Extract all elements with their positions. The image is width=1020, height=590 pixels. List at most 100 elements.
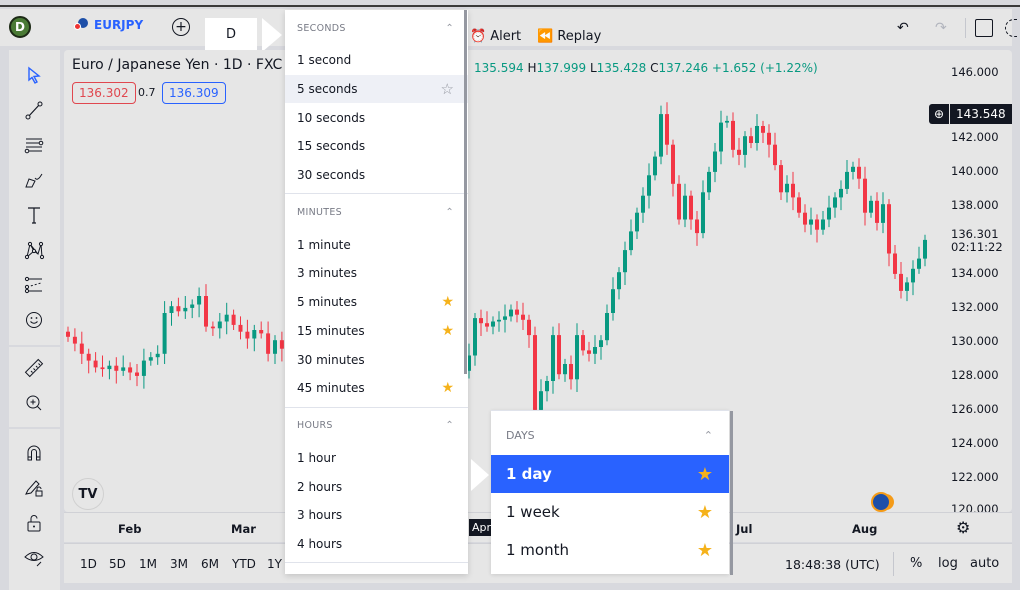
interval-option[interactable]: 1 hour bbox=[285, 444, 468, 473]
measure-tool[interactable] bbox=[22, 356, 46, 380]
option-label: 15 minutes bbox=[297, 323, 365, 338]
interval-option[interactable]: 5 minutes ★ bbox=[285, 288, 468, 317]
tradingview-logo[interactable]: TV bbox=[72, 478, 104, 510]
candle-body bbox=[252, 330, 257, 339]
compare-symbol-button[interactable]: + bbox=[172, 18, 190, 36]
interval-button[interactable]: D bbox=[205, 18, 257, 51]
redo-icon[interactable]: ↷ bbox=[935, 20, 947, 36]
y-tick: 130.000 bbox=[951, 334, 999, 348]
candle-body bbox=[659, 114, 663, 157]
star-filled-icon[interactable]: ★ bbox=[441, 380, 454, 396]
range-1y[interactable]: 1Y bbox=[267, 557, 282, 571]
lock-all-tool[interactable] bbox=[22, 511, 46, 535]
fib-tool[interactable] bbox=[22, 133, 46, 157]
add-alert-plus-icon[interactable]: ⊕ bbox=[929, 104, 949, 124]
interval-option[interactable]: 15 minutes ★ bbox=[285, 317, 468, 346]
popup-scrollbar[interactable] bbox=[730, 411, 733, 575]
section-header-hours[interactable]: HOURS ⌃ bbox=[285, 408, 468, 444]
fullscreen-icon[interactable] bbox=[975, 19, 993, 37]
alert-button[interactable]: ⏰ Alert bbox=[470, 29, 521, 44]
icon-tool[interactable] bbox=[22, 308, 46, 332]
percent-scale-toggle[interactable]: % bbox=[910, 556, 922, 571]
days-popup-header[interactable]: DAYS ⌃ bbox=[491, 415, 729, 455]
section-title: SECONDS bbox=[297, 22, 346, 34]
pencil-lock-icon bbox=[25, 480, 43, 497]
zoom-in-tool[interactable] bbox=[22, 391, 46, 415]
ohlc-low: 135.428 bbox=[596, 61, 647, 75]
interval-option[interactable]: 3 hours bbox=[285, 501, 468, 530]
range-1m[interactable]: 1M bbox=[139, 557, 157, 571]
screenshot-icon[interactable] bbox=[1005, 19, 1017, 37]
days-option[interactable]: 1 month ★ bbox=[491, 531, 729, 569]
candle-body bbox=[593, 347, 597, 354]
lock-drawings-tool[interactable] bbox=[22, 476, 46, 500]
range-5d[interactable]: 5D bbox=[109, 557, 126, 571]
candle-body bbox=[587, 350, 591, 354]
pattern-tool[interactable] bbox=[22, 238, 46, 262]
section-header-seconds[interactable]: SECONDS ⌃ bbox=[285, 10, 468, 46]
utc-clock[interactable]: 18:48:38 (UTC) bbox=[785, 557, 880, 572]
candle-body bbox=[155, 353, 160, 358]
hide-drawings-tool[interactable] bbox=[22, 546, 46, 570]
option-label: 1 day bbox=[506, 465, 552, 483]
chart-settings-gear-icon[interactable]: ⚙ bbox=[956, 518, 970, 537]
star-filled-icon[interactable]: ★ bbox=[441, 294, 454, 310]
section-header-minutes[interactable]: MINUTES ⌃ bbox=[285, 194, 468, 230]
candle-body bbox=[683, 195, 687, 220]
magnet-tool[interactable] bbox=[22, 441, 46, 465]
interval-option[interactable]: 5 seconds ☆ bbox=[285, 74, 468, 104]
star-filled-icon[interactable]: ★ bbox=[441, 323, 454, 339]
interval-option[interactable]: 2 hours bbox=[285, 472, 468, 501]
candle-body bbox=[545, 381, 549, 392]
days-option-selected[interactable]: 1 day ★ bbox=[491, 455, 729, 493]
candle-body bbox=[869, 200, 873, 213]
interval-option[interactable]: 10 seconds bbox=[285, 103, 468, 132]
replay-button[interactable]: ⏪ Replay bbox=[537, 29, 601, 44]
forecast-tool[interactable] bbox=[22, 273, 46, 297]
cursor-tool[interactable] bbox=[22, 63, 46, 87]
range-3m[interactable]: 3M bbox=[170, 557, 188, 571]
trend-line-tool[interactable] bbox=[22, 98, 46, 122]
user-avatar[interactable]: D bbox=[9, 16, 31, 38]
interval-option[interactable]: 30 minutes bbox=[285, 345, 468, 374]
candle-body bbox=[821, 219, 825, 230]
x-tick: Mar bbox=[231, 522, 256, 536]
range-6m[interactable]: 6M bbox=[201, 557, 219, 571]
interval-option[interactable]: 3 minutes bbox=[285, 259, 468, 288]
star-filled-icon[interactable]: ★ bbox=[697, 540, 713, 561]
undo-icon[interactable]: ↶ bbox=[897, 20, 909, 36]
eu-event-flag-icon[interactable] bbox=[871, 492, 891, 512]
interval-option[interactable]: 1 minute bbox=[285, 230, 468, 259]
interval-option[interactable]: 4 hours bbox=[285, 530, 468, 559]
candle-body bbox=[755, 126, 759, 143]
section-header-days[interactable]: DAYS⌃ bbox=[285, 563, 468, 574]
star-filled-icon[interactable]: ★ bbox=[697, 502, 713, 523]
option-label: 3 minutes bbox=[297, 266, 358, 281]
interval-option[interactable]: 1 second bbox=[285, 46, 468, 75]
star-outline-icon[interactable]: ☆ bbox=[441, 80, 454, 98]
interval-option[interactable]: 45 minutes ★ bbox=[285, 374, 468, 403]
candle-body bbox=[851, 166, 855, 172]
text-tool[interactable] bbox=[22, 203, 46, 227]
log-scale-toggle[interactable]: log bbox=[938, 556, 958, 571]
auto-scale-toggle[interactable]: auto bbox=[970, 556, 999, 571]
ohlc-close: 137.246 bbox=[658, 61, 709, 75]
interval-option[interactable]: 15 seconds bbox=[285, 132, 468, 161]
interval-option[interactable]: 30 seconds bbox=[285, 161, 468, 190]
star-filled-icon[interactable]: ★ bbox=[697, 464, 713, 485]
brush-tool[interactable] bbox=[22, 168, 46, 192]
sell-button[interactable]: 136.302 bbox=[72, 82, 136, 104]
candle-body bbox=[176, 306, 181, 312]
symbol-search-button[interactable]: EURJPY bbox=[74, 18, 143, 32]
candle-body bbox=[533, 335, 537, 410]
candle-body bbox=[629, 231, 633, 251]
dropdown-scrollbar[interactable] bbox=[464, 10, 467, 374]
range-1d[interactable]: 1D bbox=[80, 557, 97, 571]
option-label: 1 week bbox=[506, 503, 560, 521]
buy-button[interactable]: 136.309 bbox=[162, 82, 226, 104]
bar-countdown: 02:11:22 bbox=[951, 240, 1003, 254]
range-ytd[interactable]: YTD bbox=[232, 557, 256, 571]
candle-body bbox=[641, 195, 645, 213]
days-option[interactable]: 1 week ★ bbox=[491, 493, 729, 531]
candle-body bbox=[539, 391, 543, 410]
